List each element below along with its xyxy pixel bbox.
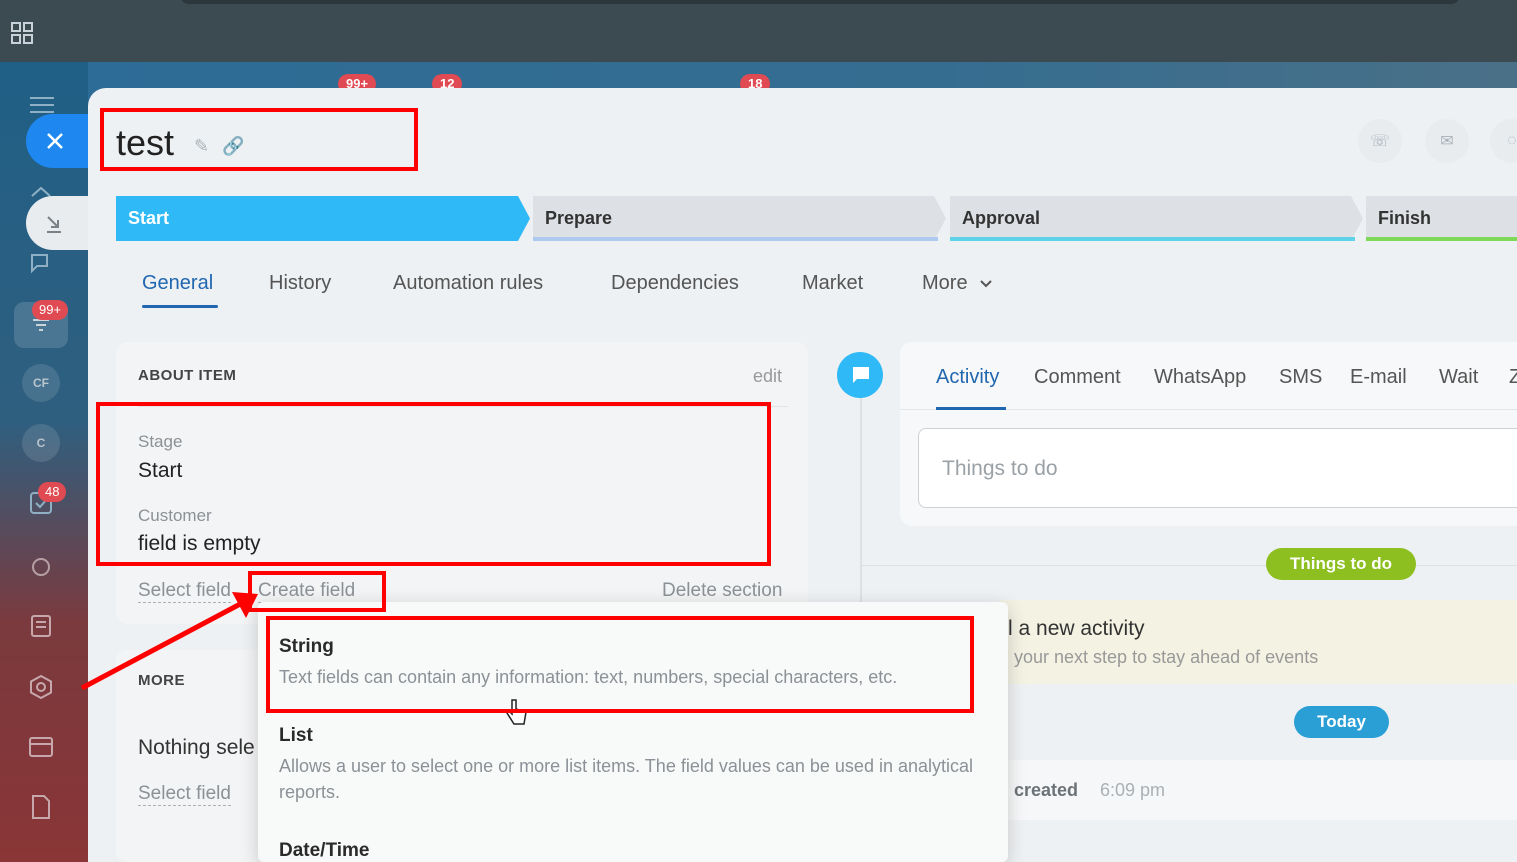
- document-icon[interactable]: [30, 614, 52, 638]
- annotation-arrow: [80, 592, 258, 691]
- stage-indicator: [950, 237, 1355, 241]
- edit-link[interactable]: edit: [753, 366, 782, 387]
- phone-icon[interactable]: ☏: [1358, 119, 1402, 163]
- things-to-do-badge: Things to do: [1266, 548, 1416, 580]
- chat-icon[interactable]: [28, 252, 54, 274]
- tab-more[interactable]: More: [922, 272, 993, 295]
- select-field-link[interactable]: Select field: [138, 783, 231, 806]
- stage-start[interactable]: Start: [116, 196, 530, 241]
- annotation-box: [100, 108, 418, 171]
- tab-sms[interactable]: SMS: [1279, 366, 1322, 389]
- tab-more-label: More: [922, 272, 968, 294]
- mail-icon[interactable]: ✉: [1425, 119, 1469, 163]
- chat-bubble-icon: [837, 352, 883, 398]
- input-placeholder: Things to do: [942, 457, 1058, 480]
- menu-item-list-title[interactable]: List: [279, 725, 313, 747]
- tab-wait[interactable]: Wait: [1439, 366, 1478, 389]
- notification-badge: 99+: [32, 300, 69, 320]
- active-tab-underline: [936, 407, 1006, 410]
- new-activity-subtitle: your next step to stay ahead of events: [1014, 647, 1319, 667]
- stage-indicator: [533, 237, 938, 241]
- annotation-box: [266, 616, 974, 713]
- tab-activity[interactable]: Activity: [936, 366, 999, 389]
- annotation-box: [248, 571, 386, 612]
- minimize-button[interactable]: [26, 196, 90, 250]
- today-badge: Today: [1294, 706, 1389, 738]
- avatar[interactable]: CF: [22, 364, 60, 402]
- delete-section-link[interactable]: Delete section: [662, 580, 783, 603]
- file-icon[interactable]: [30, 794, 52, 820]
- tab-general[interactable]: General: [142, 272, 213, 295]
- new-activity-card[interactable]: [1000, 600, 1517, 684]
- tab-history[interactable]: History: [269, 272, 331, 295]
- new-activity-title: l a new activity: [1008, 617, 1145, 640]
- divider: [860, 565, 1517, 566]
- avatar[interactable]: C: [22, 424, 60, 462]
- menu-icon[interactable]: [30, 96, 54, 114]
- empty-state-text: Nothing sele: [138, 736, 255, 759]
- tab-overflow[interactable]: Z: [1509, 366, 1517, 389]
- annotation-box: [96, 402, 771, 566]
- sync-icon[interactable]: [30, 556, 52, 578]
- tab-automation-rules[interactable]: Automation rules: [393, 272, 543, 295]
- history-item-time: 6:09 pm: [1100, 780, 1166, 800]
- tab-whatsapp[interactable]: WhatsApp: [1154, 366, 1246, 389]
- calendar-icon[interactable]: [28, 734, 54, 758]
- tab-market[interactable]: Market: [802, 272, 863, 295]
- chevron-down-icon: [980, 280, 992, 288]
- tab-dependencies[interactable]: Dependencies: [611, 272, 739, 295]
- menu-item-datetime-title[interactable]: Date/Time: [279, 840, 369, 862]
- stage-prepare[interactable]: Prepare: [533, 196, 946, 241]
- notification-badge: 48: [38, 482, 67, 502]
- history-item-label: ı created: [1004, 780, 1079, 800]
- tab-email[interactable]: E-mail: [1350, 366, 1407, 389]
- top-bar: [0, 0, 1517, 62]
- active-tab-underline: [142, 305, 218, 308]
- top-search-bar: [180, 0, 1460, 4]
- hexagon-icon[interactable]: [28, 674, 54, 700]
- menu-item-list-desc[interactable]: Allows a user to select one or more list…: [279, 753, 979, 805]
- section-heading: ABOUT ITEM: [138, 367, 237, 384]
- grid-icon[interactable]: [11, 22, 33, 44]
- minimize-icon: [47, 216, 61, 233]
- tab-comment[interactable]: Comment: [1034, 366, 1121, 389]
- close-button[interactable]: [26, 114, 90, 168]
- stage-indicator: [1366, 237, 1517, 241]
- stage-approval[interactable]: Approval: [950, 196, 1363, 241]
- close-icon: [47, 133, 63, 149]
- stage-finish[interactable]: Finish: [1366, 196, 1517, 241]
